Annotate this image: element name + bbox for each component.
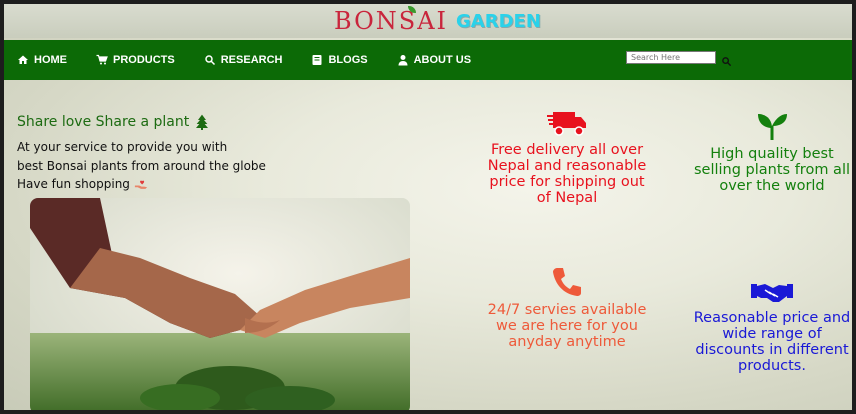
- feature-text: 24/7 servies available we are here for y…: [487, 302, 647, 350]
- leaf-icon: [758, 114, 787, 140]
- brand-logo[interactable]: BONSAI GARDEN: [334, 6, 541, 36]
- user-icon: [398, 55, 408, 66]
- nav-item-research[interactable]: RESEARCH: [204, 54, 283, 66]
- nav-item-label: ABOUT US: [413, 54, 472, 66]
- nav-item-blogs[interactable]: BLOGS: [311, 54, 368, 66]
- handshake-photo: [30, 198, 410, 410]
- feature-discounts: Reasonable price and wide range of disco…: [692, 280, 852, 374]
- search-button[interactable]: [721, 52, 733, 66]
- tree-icon: [196, 114, 209, 130]
- hand-with-heart-icon: [134, 180, 148, 189]
- search-icon: [204, 55, 215, 66]
- feature-free-delivery: Free delivery all over Nepal and reasona…: [482, 110, 652, 206]
- intro-line-text: Have fun shopping: [17, 177, 130, 191]
- brand-name-part1: BONSAI: [334, 7, 449, 35]
- feature-text: Free delivery all over Nepal and reasona…: [487, 142, 647, 206]
- feature-support: 24/7 servies available we are here for y…: [482, 266, 652, 350]
- search-input[interactable]: [626, 51, 716, 64]
- intro-line: best Bonsai plants from around the globe: [17, 158, 266, 173]
- hero-tagline: Share love Share a plant: [17, 114, 210, 130]
- blog-icon: [312, 55, 322, 65]
- logo-bar: BONSAI GARDEN: [4, 4, 852, 38]
- nav-item-about-us[interactable]: ABOUT US: [397, 54, 471, 66]
- feature-text: High quality best selling plants from al…: [693, 146, 851, 194]
- intro-line-3: Have fun shopping: [17, 175, 266, 194]
- handshake-icon: [751, 284, 793, 302]
- nav-item-label: PRODUCTS: [113, 54, 175, 66]
- feature-high-quality: High quality best selling plants from al…: [692, 112, 852, 194]
- cart-icon: [96, 54, 108, 65]
- nav-item-products[interactable]: PRODUCTS: [96, 54, 175, 66]
- hero-intro: At your service to provide you with best…: [17, 138, 266, 194]
- search-icon: [722, 56, 732, 66]
- search-form: [626, 51, 733, 66]
- intro-line: At your service to provide you with: [17, 140, 228, 154]
- tagline-text: Share love Share a plant: [17, 114, 190, 130]
- truck-icon: [547, 112, 586, 136]
- feature-text: Reasonable price and wide range of disco…: [693, 310, 851, 374]
- main-navigation: HOME PRODUCTS RESEARCH BLOGS ABOUT US: [4, 40, 852, 80]
- home-icon: [18, 55, 28, 64]
- nav-item-label: HOME: [34, 54, 67, 66]
- brand-name-part2: GARDEN: [456, 10, 541, 32]
- handshake-illustration: [30, 198, 410, 410]
- nav-item-home[interactable]: HOME: [17, 54, 67, 66]
- phone-icon: [553, 268, 581, 296]
- page: BONSAI GARDEN HOME PRODUCTS RESEARCH BLO…: [4, 4, 852, 410]
- nav-item-label: BLOGS: [328, 54, 368, 66]
- nav-item-label: RESEARCH: [220, 54, 283, 66]
